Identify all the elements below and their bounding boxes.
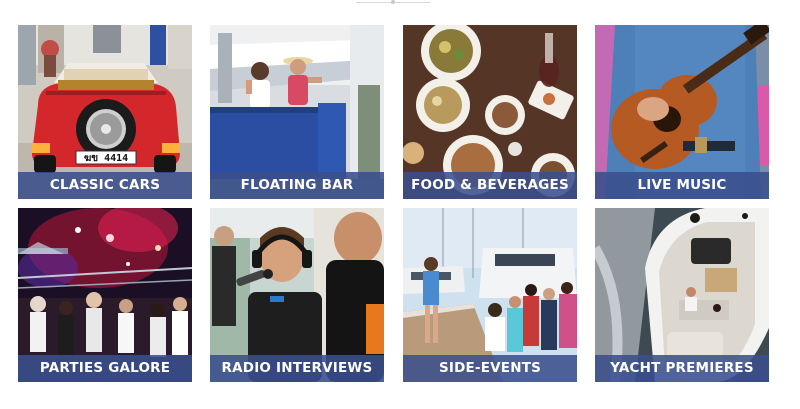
- tile-caption: LIVE MUSIC: [595, 172, 769, 199]
- tile-caption: FOOD & BEVERAGES: [403, 172, 577, 199]
- tile-caption: RADIO INTERVIEWS: [210, 355, 384, 382]
- tile-yacht-premieres[interactable]: YACHT PREMIERES: [595, 208, 769, 382]
- top-divider: [356, 0, 430, 4]
- tile-caption: FLOATING BAR: [210, 172, 384, 199]
- tile-caption: PARTIES GALORE: [18, 355, 192, 382]
- tile-radio-interviews[interactable]: RADIO INTERVIEWS: [210, 208, 384, 382]
- divider-dot: [391, 0, 395, 4]
- license-plate-text: ฆข 4414: [84, 153, 128, 164]
- tile-side-events[interactable]: SIDE-EVENTS: [403, 208, 577, 382]
- tile-caption: YACHT PREMIERES: [595, 355, 769, 382]
- event-gallery: ฆข 4414 CLASSIC CARS FLOATING BAR FOOD &…: [0, 0, 800, 409]
- tile-caption: SIDE-EVENTS: [403, 355, 577, 382]
- tile-live-music[interactable]: LIVE MUSIC: [595, 25, 769, 199]
- tile-caption: CLASSIC CARS: [18, 172, 192, 199]
- tile-floating-bar[interactable]: FLOATING BAR: [210, 25, 384, 199]
- tile-classic-cars[interactable]: ฆข 4414 CLASSIC CARS: [18, 25, 192, 199]
- tile-parties-galore[interactable]: PARTIES GALORE: [18, 208, 192, 382]
- tile-food-beverages[interactable]: FOOD & BEVERAGES: [403, 25, 577, 199]
